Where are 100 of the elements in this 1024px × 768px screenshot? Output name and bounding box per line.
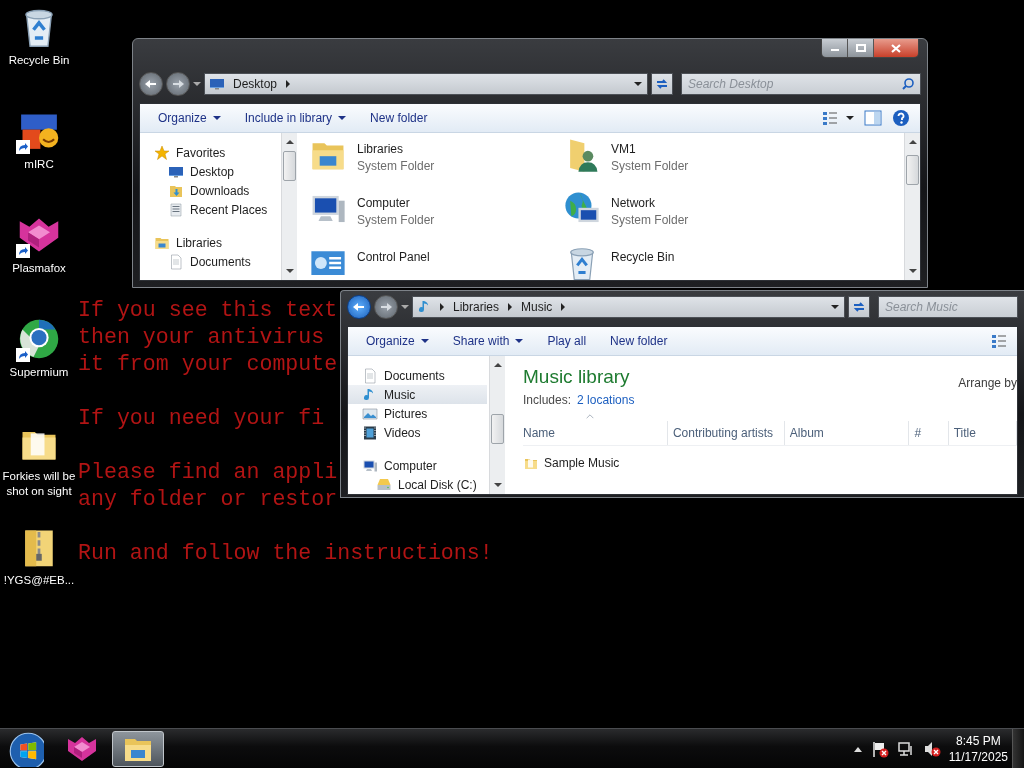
breadcrumb[interactable]: Libraries [451, 300, 502, 314]
taskbar-button[interactable] [112, 730, 164, 767]
warning-text-line: If you need your fi [78, 405, 325, 432]
breadcrumb-arrow-icon [439, 303, 445, 311]
document-icon [168, 253, 184, 270]
scrollbar[interactable] [281, 133, 297, 280]
nav-item[interactable]: Music [348, 385, 487, 404]
network-icon [896, 739, 915, 758]
column-header[interactable]: # [909, 421, 949, 445]
breadcrumb-arrow-icon [285, 80, 292, 88]
recent-places-icon [168, 201, 184, 218]
folder-tile[interactable]: VM1 System Folder [563, 136, 817, 190]
nav-item[interactable]: Computer [348, 456, 487, 475]
desktop-icon [209, 76, 225, 92]
drive-icon [376, 476, 392, 493]
address-bar[interactable]: Libraries Music [412, 296, 845, 318]
warning-text-line: If you see this text [78, 297, 338, 324]
warning-text-line: then your antivirus [78, 324, 325, 351]
nav-item[interactable]: Videos [348, 423, 487, 442]
nav-item[interactable]: Recent Places [140, 200, 279, 219]
breadcrumb[interactable]: Music [519, 300, 555, 314]
includes-label: Includes: [523, 393, 572, 407]
library-title: Music library [523, 366, 630, 388]
view-options-button[interactable] [822, 110, 854, 126]
close-icon [891, 43, 901, 53]
scrollbar[interactable] [904, 133, 920, 280]
nav-item[interactable]: Favorites [140, 143, 279, 162]
document-icon [362, 367, 378, 384]
toolbar-button[interactable]: Organize [148, 108, 231, 128]
maximize-button[interactable] [848, 39, 874, 57]
help-icon [892, 109, 910, 127]
back-button[interactable] [347, 295, 371, 319]
scrollbar[interactable] [489, 356, 505, 494]
film-icon [362, 424, 378, 441]
nav-item[interactable]: Pictures [348, 404, 487, 423]
nav-item[interactable]: Local Disk (C:) [348, 475, 487, 494]
tray-icon-button[interactable] [870, 739, 889, 758]
address-bar[interactable]: Desktop [204, 73, 648, 95]
desktop-icon-label[interactable]: mIRC [0, 157, 78, 172]
desktop-icon-label[interactable]: Plasmafox [0, 261, 78, 276]
nav-item[interactable]: Desktop [140, 162, 279, 181]
close-button[interactable] [874, 39, 918, 57]
warning-text-line: it from your compute [78, 351, 338, 378]
forward-button[interactable] [374, 295, 398, 319]
locations-link[interactable]: 2 locations [577, 393, 635, 407]
warning-text-line: Please find an appli [78, 459, 338, 486]
toolbar-button[interactable]: Share with [442, 331, 534, 351]
column-header[interactable]: Title [948, 421, 1017, 445]
breadcrumb-arrow-icon [507, 303, 514, 311]
nav-item[interactable]: Downloads [140, 181, 279, 200]
breadcrumb-arrow-icon [560, 303, 567, 311]
desktop-icon-label[interactable]: !YGS@#EB... [0, 573, 78, 588]
refresh-button[interactable] [651, 73, 673, 95]
search-icon [901, 77, 915, 91]
tray-icon-button[interactable] [896, 739, 915, 758]
nav-item[interactable]: Documents [348, 366, 487, 385]
breadcrumb[interactable]: Desktop [231, 77, 280, 91]
pane-icon [864, 110, 882, 126]
help-button[interactable] [892, 109, 910, 127]
minimize-button[interactable] [822, 39, 848, 57]
forward-arrow-icon [379, 300, 393, 314]
column-header[interactable]: Name [523, 421, 668, 445]
column-header[interactable]: Album [784, 421, 910, 445]
toolbar-button[interactable]: Organize [356, 331, 439, 351]
file-row[interactable]: Sample Music [523, 452, 1017, 474]
desktop-icon-label[interactable]: Recycle Bin [0, 53, 78, 68]
column-header[interactable]: Contributing artists [667, 421, 785, 445]
desktop-icon-label[interactable]: Supermium [0, 365, 78, 380]
folder-tile[interactable]: Control Panel [309, 244, 563, 280]
desktop-icon-label[interactable]: Forkies will be shot on sight [0, 469, 78, 499]
nav-item[interactable]: Libraries [140, 233, 279, 252]
back-button[interactable] [139, 72, 163, 96]
picture-icon [362, 405, 378, 422]
forward-button[interactable] [166, 72, 190, 96]
toolbar-button[interactable]: New folder [600, 331, 678, 351]
search-field[interactable]: Search Desktop [681, 73, 921, 95]
toolbar-button[interactable]: Include in library [234, 108, 357, 128]
view-list-icon [822, 110, 838, 126]
arrange-by-label[interactable]: Arrange by [958, 366, 1017, 390]
folder-tile[interactable]: Network System Folder [563, 190, 817, 244]
toolbar-button[interactable]: Play all [537, 331, 597, 351]
refresh-button[interactable] [848, 296, 870, 318]
folder-tile[interactable]: Recycle Bin [563, 244, 817, 280]
flag-warning-icon [870, 739, 889, 758]
folder-tile[interactable]: Computer System Folder [309, 190, 563, 244]
back-arrow-icon [144, 77, 158, 91]
forward-arrow-icon [171, 77, 185, 91]
warning-text-line: Run and follow the instructions! [78, 540, 493, 567]
back-arrow-icon [352, 300, 366, 314]
toolbar-button[interactable]: New folder [360, 108, 438, 128]
search-field[interactable]: Search Music [878, 296, 1018, 318]
browser-icon [17, 317, 61, 361]
folder-tile[interactable]: Libraries System Folder [309, 136, 563, 190]
clock[interactable]: 8:45 PM 11/17/2025 [948, 732, 1008, 765]
windows-orb-icon [8, 730, 44, 767]
nav-item[interactable]: Documents [140, 252, 279, 271]
star-icon [154, 144, 170, 161]
show-desktop-button[interactable] [1012, 728, 1024, 768]
maximize-icon [855, 44, 866, 52]
view-list-icon [991, 333, 1007, 349]
